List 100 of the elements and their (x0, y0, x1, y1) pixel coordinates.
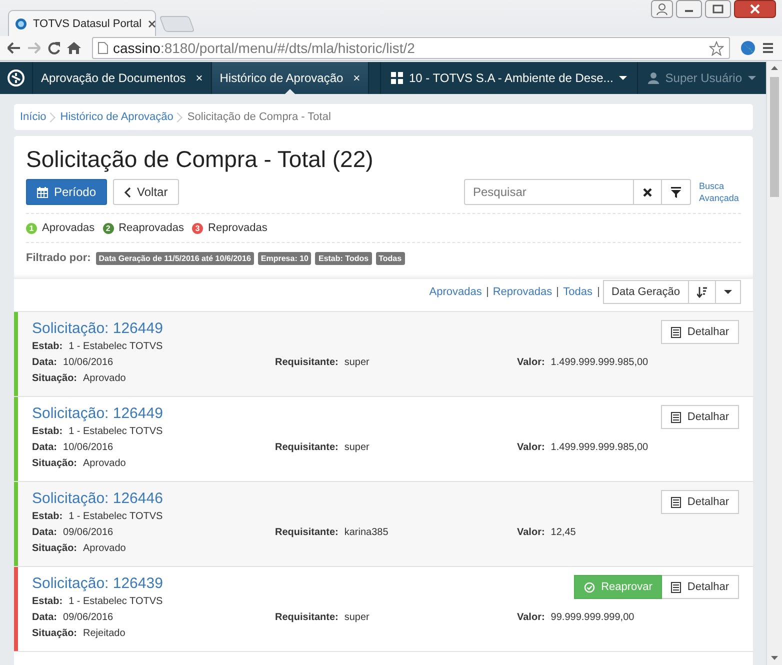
field-label: Requisitante: (275, 526, 338, 538)
field-value: 09/06/2016 (63, 526, 114, 538)
user-icon (648, 72, 660, 84)
status-number: 2 (102, 222, 114, 234)
advanced-search-link[interactable]: Busca Avançada (699, 180, 741, 204)
field-label: Estab: (32, 510, 63, 522)
address-bar[interactable]: cassino:8180/portal/menu/#/dts/mla/historic/list/2 (92, 37, 730, 59)
scroll-up-icon[interactable] (771, 66, 778, 70)
field-label: Data: (32, 526, 58, 538)
legend-label: Reaprovadas (118, 222, 184, 234)
close-icon[interactable]: × (353, 71, 360, 85)
field-label: Requisitante: (275, 442, 338, 452)
field-value: super (344, 612, 370, 622)
sort-icon (697, 286, 707, 298)
field-value: 09/06/2016 (63, 612, 114, 622)
field-value: Aprovado (83, 542, 126, 554)
field-label: Situação: (32, 628, 78, 638)
filter-tag: Empresa: 10 (258, 252, 312, 264)
status-number: 3 (192, 222, 204, 234)
field-label: Valor: (517, 356, 545, 368)
breadcrumb-current: Solicitação de Compra - Total (187, 111, 331, 123)
filter-link[interactable]: Todas (558, 287, 599, 297)
filter-tag: Data Geração de 11/5/2016 até 10/6/2016 (96, 252, 254, 264)
field-label: Estab: (32, 340, 63, 352)
breadcrumb-link[interactable]: Início (20, 111, 46, 123)
field-value: 12,45 (550, 526, 576, 538)
sort-order-button[interactable] (689, 280, 716, 304)
back-button[interactable]: Voltar (113, 179, 179, 205)
globe-icon[interactable] (740, 40, 756, 56)
field-label: Data: (32, 442, 58, 452)
filter-tag: Estab: Todos (315, 252, 372, 264)
field-value: super (344, 356, 370, 368)
grid-icon (390, 72, 403, 84)
calendar-icon (37, 186, 48, 198)
field-value: 10/06/2016 (63, 442, 114, 452)
list-icon (671, 412, 682, 422)
detail-button[interactable]: Detalhar (662, 575, 739, 599)
sort-field-button[interactable]: Data Geração (602, 280, 689, 304)
company-dropdown[interactable]: 10 - TOTVS S.A - Ambiente de Dese... (380, 62, 638, 94)
detail-button[interactable]: Detalhar (661, 490, 739, 514)
clear-button[interactable] (634, 179, 662, 205)
sort-dropdown-button[interactable] (716, 280, 741, 304)
field-value: 1 - Estabelec TOTVS (68, 426, 163, 436)
field-label: Data: (32, 356, 58, 368)
browser-tab[interactable]: TOTVS Datasul Portal (8, 10, 156, 36)
filter-link[interactable]: Reprovadas (488, 287, 558, 297)
detail-button[interactable]: Detalhar (661, 320, 739, 344)
filter-icon (671, 186, 681, 198)
field-value: Rejeitado (83, 628, 126, 638)
field-value: 1 - Estabelec TOTVS (68, 340, 163, 352)
back-icon[interactable] (6, 41, 22, 55)
request-link[interactable]: Solicitação: 126449 (32, 320, 163, 337)
field-value: Aprovado (83, 458, 126, 468)
filter-button[interactable] (662, 179, 691, 205)
filter-link[interactable]: Aprovadas (424, 287, 488, 297)
request-link[interactable]: Solicitação: 126439 (32, 575, 163, 592)
field-value: 10/06/2016 (63, 356, 114, 368)
star-icon[interactable] (709, 40, 724, 56)
field-label: Situação: (32, 542, 78, 554)
page-icon (98, 42, 108, 54)
field-value: 1.499.999.999.985,00 (550, 356, 648, 368)
list-icon (671, 326, 682, 338)
field-value: super (344, 442, 370, 452)
period-button[interactable]: Período (26, 179, 108, 205)
maximize-button[interactable] (705, 0, 731, 18)
reload-icon[interactable] (46, 41, 62, 55)
scroll-down-icon[interactable] (771, 656, 778, 660)
field-value: 99.999.999.999,00 (550, 612, 634, 622)
request-link[interactable]: Solicitação: 126446 (32, 490, 163, 507)
list-icon (671, 496, 682, 508)
field-value: karina385 (344, 526, 388, 538)
user-icon[interactable] (651, 0, 673, 18)
app-tab[interactable]: Histórico de Aprovação × (212, 62, 370, 94)
field-value: 1.499.999.999.985,00 (550, 442, 648, 452)
field-label: Requisitante: (275, 356, 338, 368)
close-icon (643, 188, 652, 196)
globe-icon (15, 18, 27, 30)
field-label: Valor: (517, 612, 545, 622)
filter-tag: Todas (376, 252, 405, 264)
check-circle-icon (584, 582, 596, 592)
field-label: Situação: (32, 458, 78, 468)
logo-icon[interactable] (7, 69, 25, 87)
menu-icon[interactable] (760, 41, 776, 55)
search-field[interactable]: Pesquisar (464, 179, 634, 205)
field-label: Estab: (32, 596, 63, 606)
field-label: Data: (32, 612, 58, 622)
close-button[interactable] (734, 0, 776, 18)
status-number: 1 (26, 222, 37, 234)
field-value: Aprovado (83, 372, 126, 384)
close-icon[interactable]: × (196, 71, 203, 85)
home-icon[interactable] (66, 41, 82, 55)
scroll-thumb[interactable] (770, 77, 779, 197)
minimize-button[interactable] (676, 0, 702, 18)
breadcrumb-link[interactable]: Histórico de Aprovação (60, 111, 174, 123)
close-icon[interactable] (148, 20, 156, 28)
chevron-left-icon (124, 186, 132, 198)
legend-label: Reprovadas (208, 222, 268, 234)
legend-label: Aprovadas (42, 222, 95, 234)
detail-button[interactable]: Detalhar (661, 405, 739, 429)
request-link[interactable]: Solicitação: 126449 (32, 405, 163, 422)
